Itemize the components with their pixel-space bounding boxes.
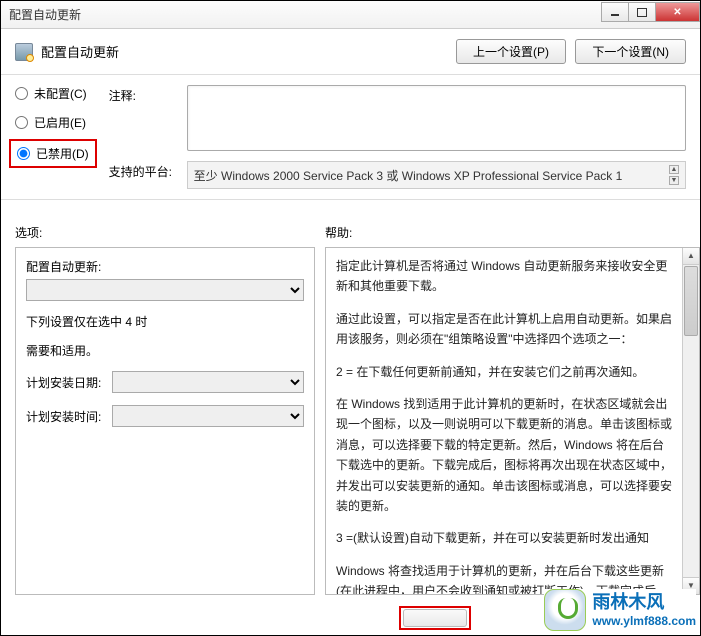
scroll-thumb[interactable] <box>684 266 698 336</box>
lower-panels: 配置自动更新: 下列设置仅在选中 4 时 需要和适用。 计划安装日期: 计划安装… <box>1 247 700 595</box>
radio-group: 未配置(C) 已启用(E) 已禁用(D) <box>15 85 91 189</box>
highlight-box: 已禁用(D) <box>9 139 97 168</box>
scroll-down-icon[interactable]: ▼ <box>669 176 679 185</box>
radio-disabled[interactable]: 已禁用(D) <box>17 145 89 162</box>
help-p4: 在 Windows 找到适用于此计算机的更新时，在状态区域就会出现一个图标，以及… <box>336 394 672 516</box>
radio-not-configured-input[interactable] <box>15 87 28 100</box>
options-panel: 配置自动更新: 下列设置仅在选中 4 时 需要和适用。 计划安装日期: 计划安装… <box>15 247 315 595</box>
help-p2: 通过此设置，可以指定是否在此计算机上启用自动更新。如果启用该服务，则必须在"组策… <box>336 309 672 350</box>
watermark: 雨林木风 www.ylmf888.com <box>544 589 696 631</box>
help-p5: 3 =(默认设置)自动下载更新，并在可以安装更新时发出通知 <box>336 528 672 548</box>
help-scrollbar[interactable]: ▲ ▼ <box>682 248 699 594</box>
next-setting-button[interactable]: 下一个设置(N) <box>575 39 686 64</box>
radio-not-configured-label: 未配置(C) <box>34 85 87 102</box>
radio-enabled[interactable]: 已启用(E) <box>15 114 91 131</box>
previous-setting-button[interactable]: 上一个设置(P) <box>456 39 566 64</box>
platform-value: 至少 Windows 2000 Service Pack 3 或 Windows… <box>194 167 623 184</box>
platform-scroll: ▲ ▼ <box>669 165 679 185</box>
window-titlebar: 配置自动更新 ✕ <box>1 1 700 29</box>
divider <box>1 74 700 75</box>
help-panel: 指定此计算机是否将通过 Windows 自动更新服务来接收安全更新和其他重要下载… <box>325 247 700 595</box>
radio-not-configured[interactable]: 未配置(C) <box>15 85 91 102</box>
divider <box>1 199 700 200</box>
radio-enabled-label: 已启用(E) <box>34 114 86 131</box>
minimize-button[interactable] <box>601 2 629 22</box>
highlight-box-2 <box>399 606 471 630</box>
section-labels: 选项: 帮助: <box>1 204 700 247</box>
install-date-select[interactable] <box>112 371 304 393</box>
options-note-1: 下列设置仅在选中 4 时 <box>26 313 304 330</box>
watermark-icon <box>544 589 586 631</box>
scroll-up-icon[interactable]: ▲ <box>683 248 699 265</box>
close-button[interactable]: ✕ <box>655 2 700 22</box>
comment-label: 注释: <box>109 85 175 104</box>
watermark-url: www.ylmf888.com <box>592 614 696 628</box>
help-p3: 2 = 在下载任何更新前通知，并在安装它们之前再次通知。 <box>336 362 672 382</box>
help-text: 指定此计算机是否将通过 Windows 自动更新服务来接收安全更新和其他重要下载… <box>326 248 682 594</box>
platform-box: 至少 Windows 2000 Service Pack 3 或 Windows… <box>187 161 686 189</box>
install-time-label: 计划安装时间: <box>26 408 106 425</box>
radio-enabled-input[interactable] <box>15 116 28 129</box>
window-controls: ✕ <box>602 2 700 22</box>
config-auto-update-select[interactable] <box>26 279 304 301</box>
page-heading: 配置自动更新 <box>41 42 119 61</box>
config-area: 未配置(C) 已启用(E) 已禁用(D) 注释: 支持的平台: 至少 Windo… <box>1 79 700 195</box>
maximize-button[interactable] <box>628 2 656 22</box>
window-title: 配置自动更新 <box>9 6 81 23</box>
platform-label: 支持的平台: <box>109 161 175 180</box>
policy-icon <box>15 43 33 61</box>
options-section-label: 选项: <box>15 224 325 241</box>
header-row: 配置自动更新 上一个设置(P) 下一个设置(N) <box>1 29 700 70</box>
radio-disabled-input[interactable] <box>17 147 30 160</box>
install-date-label: 计划安装日期: <box>26 374 106 391</box>
comment-textarea[interactable] <box>187 85 686 151</box>
help-p1: 指定此计算机是否将通过 Windows 自动更新服务来接收安全更新和其他重要下载… <box>336 256 672 297</box>
install-time-select[interactable] <box>112 405 304 427</box>
config-auto-update-label: 配置自动更新: <box>26 258 304 275</box>
radio-disabled-label: 已禁用(D) <box>36 145 89 162</box>
options-note-2: 需要和适用。 <box>26 342 304 359</box>
watermark-name: 雨林木风 <box>592 592 696 614</box>
scroll-up-icon[interactable]: ▲ <box>669 165 679 174</box>
help-section-label: 帮助: <box>325 224 352 241</box>
